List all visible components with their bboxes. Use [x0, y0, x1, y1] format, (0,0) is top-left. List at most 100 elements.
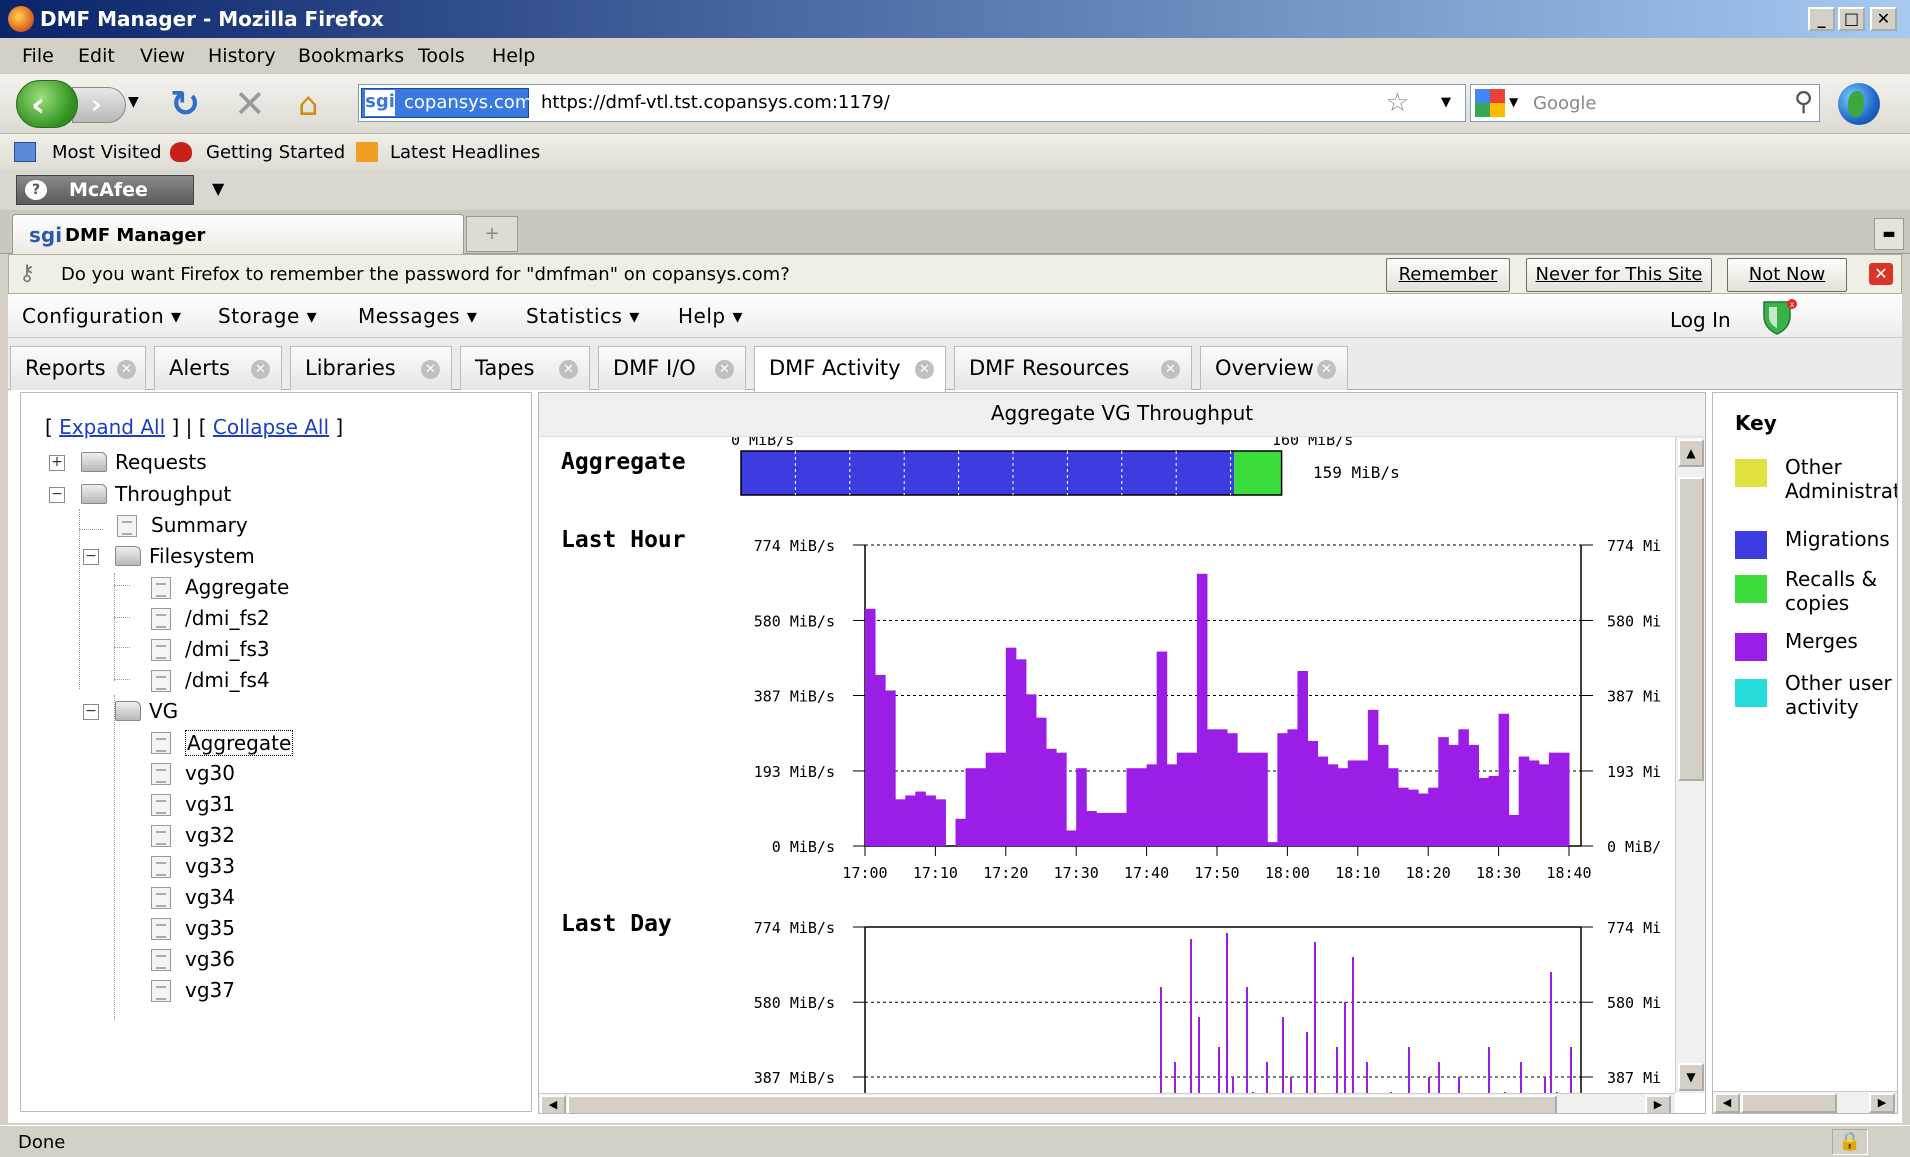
- navigation-toolbar: › ‹ ▼ ↻ ✕ ⌂ sgi copansys.com https://dmf…: [0, 74, 1910, 134]
- menu-view[interactable]: View: [140, 45, 185, 67]
- tab-dmf-io[interactable]: DMF I/O ✕: [598, 346, 746, 390]
- merges-bar: [1458, 729, 1469, 846]
- folder-icon: [81, 452, 107, 472]
- not-now-button[interactable]: Not Now: [1727, 258, 1847, 292]
- app-menu-configuration[interactable]: Configuration ▾: [22, 304, 182, 328]
- back-button[interactable]: ‹: [16, 80, 78, 128]
- chart-vertical-scrollbar[interactable]: ▲ ▼: [1675, 437, 1705, 1093]
- close-tab-icon[interactable]: ✕: [915, 360, 934, 379]
- close-tab-icon[interactable]: ✕: [421, 360, 440, 379]
- never-for-this-site-button[interactable]: Never for This Site: [1526, 258, 1712, 292]
- bookmark-star-icon[interactable]: ☆: [1386, 88, 1409, 118]
- close-tab-icon[interactable]: ✕: [715, 360, 734, 379]
- menu-edit[interactable]: Edit: [78, 45, 115, 67]
- browser-tab-dmf-manager[interactable]: sgi DMF Manager: [12, 214, 464, 254]
- scroll-up-icon[interactable]: ▲: [1678, 439, 1704, 467]
- key-panel: Key Other Administrat Migrations Recalls…: [1712, 392, 1898, 1114]
- close-tab-icon[interactable]: ✕: [251, 360, 270, 379]
- maximize-button[interactable]: □: [1838, 7, 1865, 31]
- url-bar[interactable]: sgi copansys.com https://dmf-vtl.tst.cop…: [358, 84, 1466, 122]
- search-magnifier-icon[interactable]: ⚲: [1794, 87, 1813, 117]
- login-link[interactable]: Log In: [1670, 308, 1731, 332]
- tab-dmf-resources[interactable]: DMF Resources ✕: [954, 346, 1192, 390]
- merges-bar: [1126, 768, 1138, 846]
- status-text: Done: [18, 1132, 66, 1153]
- scroll-right-icon[interactable]: ▶: [1645, 1095, 1671, 1113]
- bookmark-most-visited[interactable]: Most Visited: [52, 142, 162, 163]
- menu-file[interactable]: File: [22, 45, 54, 67]
- site-domain: copansys.com: [404, 92, 533, 113]
- chart-horizontal-scrollbar[interactable]: ◀ ▶: [539, 1093, 1675, 1113]
- merges-bar: [1206, 729, 1218, 846]
- menu-tools[interactable]: Tools: [418, 45, 465, 67]
- tab-dmf-activity[interactable]: DMF Activity ✕: [754, 346, 946, 392]
- scroll-thumb[interactable]: [1678, 477, 1704, 781]
- collapse-icon[interactable]: −: [83, 704, 99, 720]
- close-tab-icon[interactable]: ✕: [117, 360, 136, 379]
- close-window-button[interactable]: ✕: [1870, 7, 1897, 31]
- menu-bar: File Edit View History Bookmarks Tools H…: [0, 38, 1910, 74]
- merges-bar: [1508, 814, 1520, 846]
- close-tab-icon[interactable]: ✕: [559, 360, 578, 379]
- shield-icon[interactable]: x: [1760, 298, 1798, 336]
- minimize-button[interactable]: _: [1808, 7, 1835, 31]
- close-tab-icon[interactable]: ✕: [1317, 360, 1336, 379]
- history-dropdown-icon[interactable]: ▼: [128, 94, 139, 110]
- password-notification-bar: ⚷ Do you want Firefox to remember the pa…: [8, 254, 1902, 294]
- site-identity-button[interactable]: sgi copansys.com: [361, 88, 533, 118]
- google-engine-icon[interactable]: [1475, 89, 1505, 117]
- tree-connector: [114, 585, 130, 586]
- close-notification-icon[interactable]: ✕: [1869, 263, 1893, 285]
- tab-tapes[interactable]: Tapes ✕: [460, 346, 590, 390]
- scroll-right-icon[interactable]: ▶: [1869, 1093, 1895, 1113]
- globe-icon[interactable]: [1838, 83, 1880, 125]
- merges-bar: [935, 799, 946, 846]
- collapse-icon[interactable]: −: [49, 487, 65, 503]
- scroll-thumb[interactable]: [1741, 1093, 1837, 1113]
- app-menu-storage[interactable]: Storage ▾: [218, 304, 317, 328]
- merges-bar: [1166, 764, 1178, 846]
- tab-reports[interactable]: Reports ✕: [10, 346, 146, 390]
- scroll-down-icon[interactable]: ▼: [1678, 1063, 1704, 1091]
- expand-icon[interactable]: +: [49, 455, 65, 471]
- engine-dropdown-icon[interactable]: ▼: [1509, 95, 1518, 109]
- bookmark-getting-started[interactable]: Getting Started: [206, 142, 345, 163]
- tab-list-dropdown-icon[interactable]: ▬: [1874, 218, 1904, 250]
- collapse-icon[interactable]: −: [83, 549, 99, 565]
- close-tab-icon[interactable]: ✕: [1161, 360, 1180, 379]
- app-menu-statistics[interactable]: Statistics ▾: [526, 304, 640, 328]
- tab-overview[interactable]: Overview ✕: [1200, 346, 1348, 390]
- lock-icon[interactable]: 🔒: [1832, 1129, 1868, 1155]
- stop-icon[interactable]: ✕: [234, 82, 266, 126]
- remember-button[interactable]: Remember: [1386, 258, 1510, 292]
- key-swatch: [1735, 575, 1767, 603]
- search-bar[interactable]: ▼ Google ⚲: [1470, 84, 1820, 122]
- scroll-left-icon[interactable]: ◀: [540, 1095, 566, 1113]
- tab-alerts[interactable]: Alerts ✕: [154, 346, 282, 390]
- url-text[interactable]: https://dmf-vtl.tst.copansys.com:1179/: [541, 92, 890, 113]
- tab-libraries[interactable]: Libraries ✕: [290, 346, 452, 390]
- new-tab-button[interactable]: +: [466, 216, 518, 252]
- home-icon[interactable]: ⌂: [298, 85, 318, 123]
- scroll-left-icon[interactable]: ◀: [1714, 1093, 1740, 1113]
- app-menu-help[interactable]: Help ▾: [678, 304, 743, 328]
- collapse-all-link[interactable]: Collapse All: [213, 415, 329, 439]
- url-dropdown-icon[interactable]: ▼: [1441, 95, 1451, 110]
- merges-bar: [885, 690, 896, 846]
- app-menu-messages[interactable]: Messages ▾: [358, 304, 477, 328]
- menu-bookmarks[interactable]: Bookmarks: [298, 45, 404, 67]
- forward-button[interactable]: ›: [72, 87, 126, 123]
- reload-icon[interactable]: ↻: [170, 84, 200, 125]
- expand-all-link[interactable]: Expand All: [59, 415, 165, 439]
- y-tick-label: 193 MiB/s: [754, 763, 835, 781]
- key-horizontal-scrollbar[interactable]: ◀ ▶: [1713, 1091, 1897, 1113]
- navigation-tree-panel: [ Expand All ] | [ Collapse All ] + Requ…: [20, 392, 532, 1112]
- merges-bar: [955, 818, 967, 846]
- bookmark-latest-headlines[interactable]: Latest Headlines: [390, 142, 540, 163]
- mcafee-dropdown-icon[interactable]: ▼: [212, 179, 224, 198]
- open-folder-icon: [115, 701, 141, 721]
- menu-help[interactable]: Help: [492, 45, 535, 67]
- menu-history[interactable]: History: [208, 45, 276, 67]
- mcafee-button[interactable]: ? McAfee: [16, 175, 194, 205]
- scroll-thumb[interactable]: [567, 1095, 1557, 1113]
